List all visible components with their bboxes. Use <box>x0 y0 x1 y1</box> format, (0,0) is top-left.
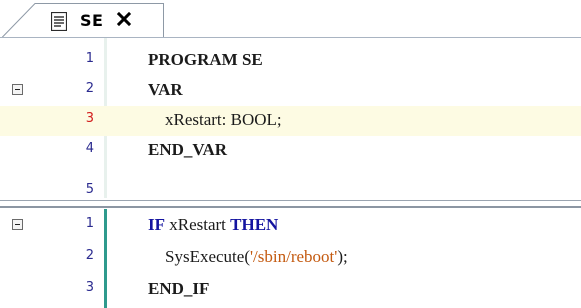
code-text: xRestart: BOOL; <box>148 110 282 129</box>
code-line-partial[interactable]: 5 <box>0 178 581 198</box>
code-text: END_IF <box>148 279 210 298</box>
line-number: 5 <box>85 182 94 197</box>
editor-tab-bar: SE <box>0 0 581 38</box>
line-number: 3 <box>85 280 94 295</box>
implementation-editor[interactable]: 1 IF xRestart THEN 2 SysExecute('/sbin/r… <box>0 209 581 308</box>
code-line[interactable]: 4 END_VAR <box>0 136 581 166</box>
identifier: xRestart <box>165 215 231 234</box>
code-text: END_VAR <box>148 140 228 159</box>
close-icon[interactable] <box>117 12 131 26</box>
line-number: 2 <box>85 81 94 96</box>
declaration-editor[interactable]: 1 PROGRAM SE 2 VAR 3 xRestart: BOOL; 4 E… <box>0 38 581 198</box>
pane-splitter[interactable] <box>0 198 581 209</box>
line-number: 1 <box>85 216 94 231</box>
fold-collapse-icon[interactable] <box>12 84 23 95</box>
line-number: 3 <box>85 111 94 126</box>
line-number: 2 <box>85 248 94 263</box>
call-tail: ); <box>337 247 348 266</box>
code-line[interactable]: 2 SysExecute('/sbin/reboot'); <box>0 243 581 273</box>
code-text: PROGRAM SE <box>148 50 263 69</box>
keyword-then: THEN <box>230 215 279 234</box>
code-text: VAR <box>148 80 183 99</box>
code-line[interactable]: 3 END_IF <box>0 275 581 305</box>
tab-se[interactable]: SE <box>2 3 164 38</box>
code-line[interactable]: 2 VAR <box>0 76 581 106</box>
code-line[interactable]: 1 IF xRestart THEN <box>0 211 581 241</box>
current-code-line[interactable]: 3 xRestart: BOOL; <box>0 106 581 136</box>
string-literal: '/sbin/reboot' <box>249 247 338 266</box>
splitter-line-top <box>0 200 581 201</box>
tab-title: SE <box>80 11 104 30</box>
line-number: 4 <box>85 141 94 156</box>
document-icon <box>51 12 67 31</box>
code-line[interactable]: 1 PROGRAM SE <box>0 46 581 76</box>
splitter-line-bottom <box>0 206 581 208</box>
function-call: SysExecute( <box>148 247 250 266</box>
code-text: SysExecute('/sbin/reboot'); <box>148 247 348 267</box>
keyword-if: IF <box>148 215 165 234</box>
fold-collapse-icon[interactable] <box>12 219 23 230</box>
line-number: 1 <box>85 51 94 66</box>
code-text: IF xRestart THEN <box>148 215 278 235</box>
